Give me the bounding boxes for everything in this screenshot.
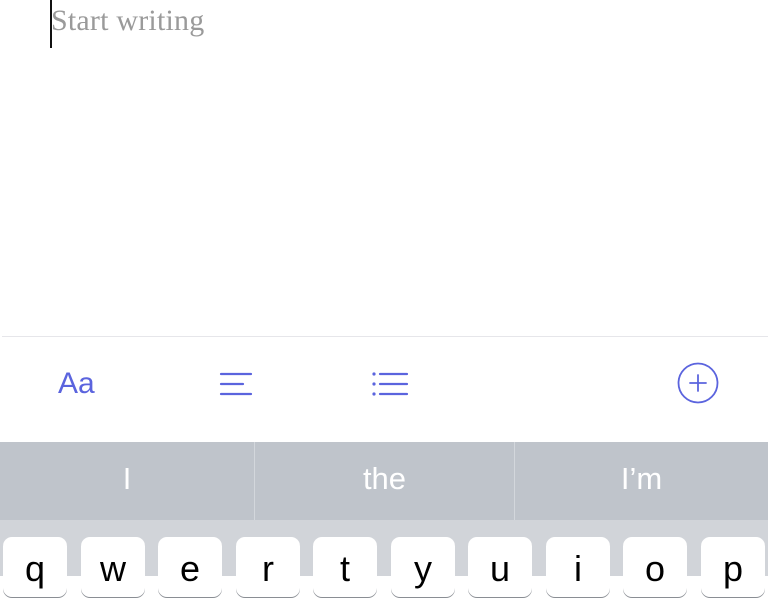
key-w[interactable]: w <box>81 537 145 597</box>
font-style-button[interactable]: Aa <box>58 366 102 402</box>
key-e[interactable]: e <box>158 537 222 597</box>
key-o[interactable]: o <box>623 537 687 597</box>
align-left-icon <box>219 372 253 396</box>
plus-circle-icon <box>677 362 719 404</box>
bullet-list-icon <box>372 372 409 396</box>
key-i[interactable]: i <box>546 537 610 597</box>
align-left-button[interactable] <box>218 370 254 400</box>
keyboard: q w e r t y u i o p <box>0 520 768 597</box>
key-r[interactable]: r <box>236 537 300 597</box>
key-u[interactable]: u <box>468 537 532 597</box>
suggestion-1[interactable]: I <box>0 442 254 520</box>
key-t[interactable]: t <box>313 537 377 597</box>
insert-button[interactable] <box>676 361 720 405</box>
suggestion-2[interactable]: the <box>255 442 514 520</box>
bullet-list-button[interactable] <box>370 370 410 400</box>
key-q[interactable]: q <box>3 537 67 597</box>
suggestion-3[interactable]: I’m <box>515 442 768 520</box>
key-y[interactable]: y <box>391 537 455 597</box>
key-p[interactable]: p <box>701 537 765 597</box>
predictive-text-bar: I the I’m <box>0 442 768 520</box>
editor-placeholder: Start writing <box>51 4 205 37</box>
text-editor[interactable]: Start writing <box>0 0 768 336</box>
